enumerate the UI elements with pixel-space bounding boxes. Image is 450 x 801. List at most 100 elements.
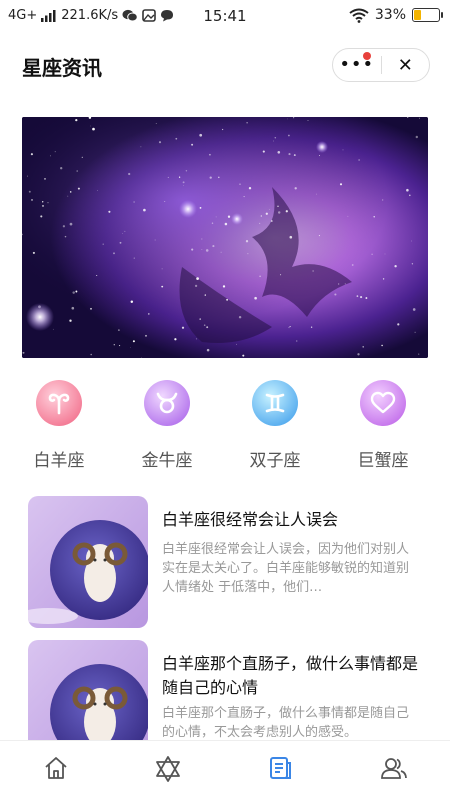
star (196, 277, 199, 280)
more-button[interactable]: ••• (333, 49, 381, 81)
document-icon (270, 757, 291, 779)
star (22, 351, 25, 354)
star (397, 323, 400, 326)
star (52, 328, 54, 330)
zodiac-item-gemini[interactable]: 双子座 (230, 378, 320, 471)
star (175, 137, 178, 140)
close-icon: ✕ (397, 54, 413, 76)
star (30, 153, 33, 156)
star (242, 354, 245, 357)
star (141, 357, 142, 358)
article-title: 白羊座很经常会让人误会 (162, 510, 339, 529)
star (72, 291, 75, 294)
star (384, 253, 386, 255)
star (277, 211, 281, 214)
star (296, 340, 298, 342)
star (185, 170, 188, 172)
star (122, 233, 124, 234)
battery-percent: 33% (374, 7, 406, 23)
status-bar: 4G+ 221.6K/s 15:41 33% (0, 0, 450, 34)
star (211, 222, 214, 224)
article-thumbnail (28, 496, 148, 628)
star (113, 344, 115, 346)
star (90, 307, 92, 310)
banner-image[interactable] (22, 117, 428, 358)
star (206, 348, 210, 352)
app-header: 星座资讯 ••• ✕ (0, 44, 450, 90)
star (339, 183, 343, 186)
battery-fill (414, 10, 421, 20)
star (245, 240, 249, 243)
star (119, 345, 121, 347)
star (312, 270, 314, 272)
star (307, 120, 309, 121)
taurus-icon (144, 380, 190, 426)
star (277, 151, 281, 154)
tab-horoscope[interactable] (148, 755, 188, 787)
star (334, 293, 337, 296)
star (382, 199, 384, 201)
star (161, 285, 164, 288)
close-button[interactable]: ✕ (382, 49, 430, 81)
star (415, 135, 419, 139)
star (382, 278, 385, 280)
article-card[interactable]: 白羊座很经常会让人误会 白羊座很经常会让人误会，因为他们对别人实在是太关心了。白… (28, 496, 428, 630)
star (288, 153, 291, 156)
zodiac-item-taurus[interactable]: 金牛座 (122, 378, 212, 471)
star (287, 118, 289, 120)
gemini-icon (252, 380, 298, 426)
star (71, 306, 75, 310)
article-title: 白羊座那个直肠子，做什么事情都是随自己的心情 (162, 654, 419, 697)
home-icon (45, 757, 67, 779)
star (418, 353, 420, 355)
tab-profile[interactable] (374, 755, 414, 787)
star (31, 198, 33, 201)
star (50, 155, 51, 157)
star (254, 296, 257, 300)
star (191, 143, 194, 146)
star (143, 208, 146, 212)
battery-icon (412, 8, 443, 22)
star (215, 216, 217, 218)
tab-articles[interactable] (260, 755, 300, 787)
star (76, 170, 78, 172)
star (362, 346, 364, 348)
aries-icon (36, 380, 82, 426)
star (181, 326, 185, 329)
star (130, 300, 134, 304)
star (347, 215, 349, 217)
star (60, 167, 63, 170)
star (204, 294, 206, 296)
star (183, 185, 184, 186)
star (224, 222, 228, 226)
star-of-david-icon (156, 756, 180, 782)
star (119, 241, 122, 244)
menu-capsule: ••• ✕ (332, 48, 430, 82)
star (356, 295, 359, 297)
star (64, 235, 67, 238)
zodiac-row: 白羊座 金牛座 双子座 巨蟹座 (0, 378, 450, 471)
star (205, 249, 209, 252)
star (411, 240, 412, 242)
status-right: 33% (349, 7, 443, 23)
zodiac-item-aries[interactable]: 白羊座 (14, 378, 104, 471)
star (248, 187, 252, 190)
zodiac-label: 白羊座 (33, 451, 85, 471)
star (236, 343, 237, 345)
star (227, 215, 231, 218)
star (212, 245, 215, 248)
star (124, 230, 126, 232)
star (32, 251, 35, 254)
star (209, 176, 212, 179)
star (92, 127, 95, 131)
star (182, 181, 185, 184)
star (191, 248, 194, 251)
article-summary: 白羊座那个直肠子，做什么事情都是随自己的心情，不太会考虑别人的感受。 (162, 706, 410, 740)
tab-home[interactable] (36, 755, 76, 787)
star (90, 125, 91, 127)
article-summary: 白羊座很经常会让人误会，因为他们对别人实在是太关心了。白羊座能够敏锐的知道别人情… (162, 542, 410, 595)
zodiac-item-cancer[interactable]: 巨蟹座 (338, 378, 428, 471)
wifi-icon (349, 8, 369, 23)
star (247, 253, 249, 255)
users-icon (381, 758, 407, 779)
